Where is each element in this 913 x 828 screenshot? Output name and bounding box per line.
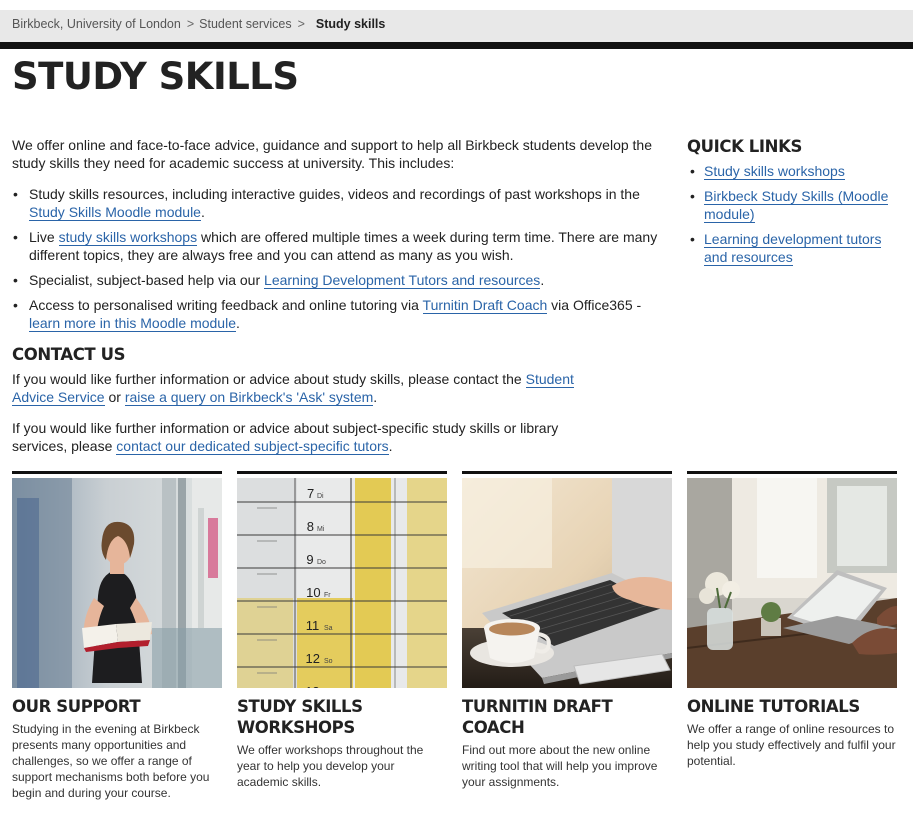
card-title[interactable]: OUR SUPPORT <box>12 696 222 717</box>
calendar-day-number: 10 <box>306 585 320 600</box>
list-item-text: Specialist, subject-based help via our <box>29 272 265 288</box>
quick-link-workshops[interactable]: Study skills workshops <box>704 163 845 180</box>
quick-link-item: Study skills workshops <box>687 162 902 180</box>
desk-laptop-photo[interactable] <box>687 478 897 688</box>
main-content: We offer online and face-to-face advice,… <box>12 136 672 468</box>
desk-laptop-illustration <box>687 478 897 688</box>
quick-links-heading: QUICK LINKS <box>687 137 802 156</box>
page-title: STUDY SKILLS <box>12 55 299 98</box>
contact-text: . <box>388 438 393 454</box>
breadcrumb: Birkbeck, University of London > Student s… <box>12 17 385 31</box>
calendar-day-abbrev: Mi <box>317 526 325 533</box>
card-title[interactable]: ONLINE TUTORIALS <box>687 696 897 717</box>
learning-development-tutors-link[interactable]: Learning Development Tutors and resource… <box>264 272 541 289</box>
card-our-support[interactable]: OUR SUPPORT Studying in the evening at B… <box>12 471 222 801</box>
calendar-day-number: 13 <box>305 684 319 688</box>
laptop-coffee-illustration <box>462 478 672 688</box>
feature-cards: OUR SUPPORT Studying in the evening at B… <box>12 471 902 821</box>
student-reading-illustration <box>12 478 222 688</box>
contact-text: . <box>373 389 378 405</box>
card-description: We offer a range of online resources to … <box>687 722 896 768</box>
quick-link-item: Learning development tutors and resource… <box>687 230 902 266</box>
list-item-text: Access to personalised writing feedback … <box>29 297 423 313</box>
quick-link-moodle[interactable]: Birkbeck Study Skills (Moodle module) <box>704 188 889 223</box>
card-title[interactable]: TURNITIN DRAFT COACH <box>462 696 672 738</box>
card-rule <box>687 471 897 474</box>
breadcrumb-link-student-services[interactable]: Student services <box>199 17 291 31</box>
list-item: Specialist, subject-based help via our L… <box>12 271 672 289</box>
study-skills-workshops-link[interactable]: study skills workshops <box>58 229 198 246</box>
calendar-photo[interactable]: 7Di8Mi9Do10Fr11Sa12So13Mo <box>237 478 447 688</box>
card-title[interactable]: STUDY SKILLS WORKSHOPS <box>237 696 447 738</box>
laptop-coffee-photo[interactable] <box>462 478 672 688</box>
turnitin-draft-coach-link[interactable]: Turnitin Draft Coach <box>422 297 548 314</box>
contact-text: or <box>104 389 125 405</box>
breadcrumb-bar: Birkbeck, University of London > Student s… <box>0 10 913 42</box>
calendar-day-abbrev: Di <box>317 493 324 500</box>
learn-more-moodle-link[interactable]: learn more in this Moodle module <box>29 315 236 332</box>
list-item: Live study skills workshops which are of… <box>12 228 672 264</box>
quick-link-item: Birkbeck Study Skills (Moodle module) <box>687 187 902 223</box>
ask-system-link[interactable]: raise a query on Birkbeck's 'Ask' system <box>124 389 374 406</box>
quick-links-panel: QUICK LINKS Study skills workshops Birkb… <box>687 138 902 273</box>
study-skills-moodle-link[interactable]: Study Skills Moodle module <box>29 204 201 221</box>
calendar-illustration: 7Di8Mi9Do10Fr11Sa12So13Mo <box>237 478 447 688</box>
contact-heading: CONTACT US <box>12 345 126 364</box>
calendar-day-number: 11 <box>306 618 320 633</box>
calendar-day-abbrev: Fr <box>324 592 331 599</box>
breadcrumb-separator: > <box>297 17 305 31</box>
card-turnitin-draft-coach[interactable]: TURNITIN DRAFT COACH Find out more about… <box>462 471 672 790</box>
list-item: Access to personalised writing feedback … <box>12 296 672 332</box>
quick-links-list: Study skills workshops Birkbeck Study Sk… <box>687 162 902 266</box>
intro-paragraph: We offer online and face-to-face advice,… <box>12 137 653 171</box>
list-item-text: . <box>540 272 545 288</box>
breadcrumb-separator: > <box>186 17 195 31</box>
contact-text: If you would like further information or… <box>12 371 526 387</box>
subject-tutors-link[interactable]: contact our dedicated subject-specific t… <box>116 438 389 455</box>
calendar-day-number: 8 <box>307 519 314 534</box>
card-description: Find out more about the new online writi… <box>462 743 658 789</box>
card-study-skills-workshops[interactable]: 7Di8Mi9Do10Fr11Sa12So13Mo STUDY SKILLS W… <box>237 471 447 790</box>
calendar-day-number: 7 <box>307 486 314 501</box>
card-description: We offer workshops throughout the year t… <box>237 743 424 789</box>
list-item: Study skills resources, including intera… <box>12 185 672 221</box>
breadcrumb-link-university[interactable]: Birkbeck, University of London <box>12 17 181 31</box>
contact-section: CONTACT US If you would like further inf… <box>12 346 672 455</box>
calendar-day-number: 12 <box>306 651 320 666</box>
list-item-text: Study skills resources, including intera… <box>29 186 640 202</box>
list-item-text: Live <box>29 229 59 245</box>
card-rule <box>462 471 672 474</box>
card-rule <box>12 471 222 474</box>
calendar-day-number: 9 <box>306 552 313 567</box>
student-reading-photo[interactable] <box>12 478 222 688</box>
quick-link-tutors[interactable]: Learning development tutors and resource… <box>704 231 882 266</box>
offerings-list: Study skills resources, including intera… <box>12 185 672 332</box>
contact-paragraph: If you would like further information or… <box>12 419 612 455</box>
list-item-text: via Office365 - <box>547 297 642 313</box>
list-item-text: . <box>236 315 240 331</box>
list-item-text: . <box>200 204 205 220</box>
card-online-tutorials[interactable]: ONLINE TUTORIALS We offer a range of onl… <box>687 471 897 769</box>
header-divider <box>0 42 913 49</box>
calendar-day-abbrev: Do <box>317 559 326 566</box>
contact-paragraph: If you would like further information or… <box>12 370 612 406</box>
calendar-day-abbrev: So <box>324 658 333 665</box>
breadcrumb-current: Study skills <box>315 17 386 31</box>
calendar-day-abbrev: Sa <box>324 625 333 632</box>
card-rule <box>237 471 447 474</box>
card-description: Studying in the evening at Birkbeck pres… <box>12 722 210 800</box>
